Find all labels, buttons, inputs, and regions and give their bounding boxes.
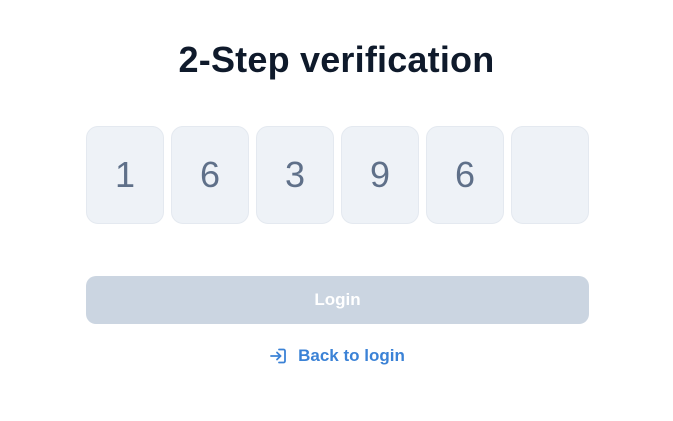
otp-digit-5[interactable]: 6 <box>426 126 504 224</box>
login-arrow-icon <box>268 346 288 366</box>
back-to-login-link[interactable]: Back to login <box>0 344 673 368</box>
otp-digit-2[interactable]: 6 <box>171 126 249 224</box>
login-button[interactable]: Login <box>86 276 589 324</box>
otp-input-group: 1 6 3 9 6 <box>86 126 589 224</box>
otp-digit-6[interactable] <box>511 126 589 224</box>
page-title: 2-Step verification <box>178 39 495 80</box>
otp-digit-1[interactable]: 1 <box>86 126 164 224</box>
verification-page: 2-Step verification 1 6 3 9 6 Login Back… <box>0 0 673 421</box>
back-to-login-label: Back to login <box>298 346 405 365</box>
otp-digit-3[interactable]: 3 <box>256 126 334 224</box>
otp-digit-4[interactable]: 9 <box>341 126 419 224</box>
